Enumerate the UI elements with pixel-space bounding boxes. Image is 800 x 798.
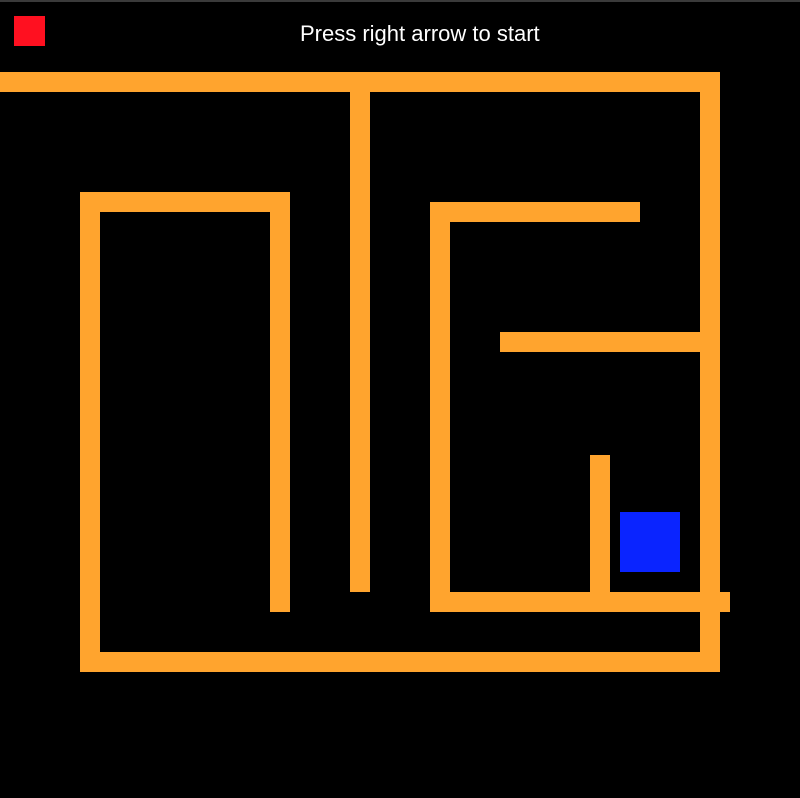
maze-wall [700,72,720,672]
maze-wall [590,455,610,612]
maze-wall [500,332,720,352]
maze-wall [350,72,370,592]
maze-wall [430,202,640,222]
maze-wall [270,192,290,612]
window-top-border [0,0,800,2]
maze-wall [80,192,290,212]
maze-wall [80,192,100,672]
maze-wall [430,592,730,612]
start-instruction-text: Press right arrow to start [300,21,540,46]
maze-wall [430,202,450,612]
player-square [620,512,680,572]
maze-wall [80,652,720,672]
status-indicator-square [14,16,45,46]
